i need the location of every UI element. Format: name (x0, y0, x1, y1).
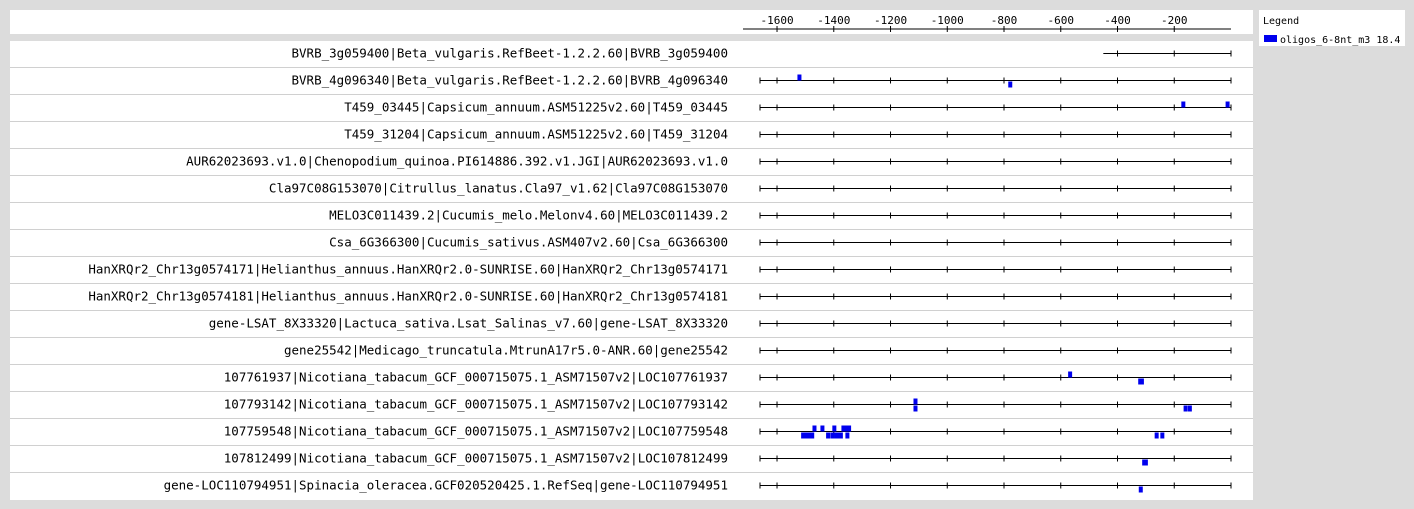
motif-mark (1154, 432, 1159, 439)
row-label: 107793142|Nicotiana_tabacum_GCF_00071507… (224, 397, 728, 412)
motif-mark (838, 432, 843, 439)
row-label: MELO3C011439.2|Cucumis_melo.Melonv4.60|M… (329, 208, 728, 223)
row-label: BVRB_3g059400|Beta_vulgaris.RefBeet-1.2.… (292, 46, 729, 61)
x-tick-label: -1000 (931, 14, 964, 27)
x-tick-label: -400 (1104, 14, 1131, 27)
motif-mark (1139, 378, 1144, 385)
x-tick-label: -800 (991, 14, 1018, 27)
motif-mark (1183, 405, 1188, 412)
row-label: 107812499|Nicotiana_tabacum_GCF_00071507… (224, 451, 728, 466)
row-label: T459_31204|Capsicum_annuum.ASM51225v2.60… (344, 127, 728, 142)
tracks-panel: BVRB_3g059400|Beta_vulgaris.RefBeet-1.2.… (10, 41, 1253, 500)
motif-mark (830, 432, 835, 439)
motif-mark (1225, 101, 1230, 108)
axis-panel: -1600 -1400 -1200 -1000 -800 -600 -400 -200 (10, 10, 1253, 34)
motif-mark (826, 432, 831, 439)
row-label: gene-LSAT_8X33320|Lactuca_sativa.Lsat_Sa… (209, 316, 728, 331)
motif-mark (1187, 405, 1192, 412)
chart: -1600 -1400 -1200 -1000 -800 -600 -400 -200 BVR… (0, 0, 1414, 509)
x-tick-label: -1400 (817, 14, 850, 27)
legend: Legend oligos_6-8nt_m3 18.4 (1259, 10, 1405, 46)
row-label: gene-LOC110794951|Spinacia_oleracea.GCF0… (164, 478, 728, 493)
legend-swatch (1264, 35, 1277, 42)
x-tick-label: -600 (1048, 14, 1075, 27)
row-label: 107759548|Nicotiana_tabacum_GCF_00071507… (224, 424, 728, 439)
motif-mark (810, 432, 815, 439)
row-label: T459_03445|Capsicum_annuum.ASM51225v2.60… (344, 100, 728, 115)
motif-mark (913, 398, 918, 405)
legend-svg: Legend oligos_6-8nt_m3 18.4 (1263, 16, 1400, 46)
motif-mark (1160, 432, 1165, 439)
motif-mark (1138, 486, 1143, 493)
motif-mark (797, 74, 802, 81)
row-label: BVRB_4g096340|Beta_vulgaris.RefBeet-1.2.… (292, 73, 729, 88)
legend-title: Legend (1263, 16, 1299, 27)
x-axis: -1600 -1400 -1200 -1000 -800 -600 -400 -200 (743, 14, 1231, 32)
motif-mark (847, 425, 852, 432)
motif-mark (1181, 101, 1186, 108)
row-label: 107761937|Nicotiana_tabacum_GCF_00071507… (224, 370, 728, 385)
row-label: HanXRQr2_Chr13g0574171|Helianthus_annuus… (88, 262, 728, 277)
x-tick-label: -200 (1161, 14, 1188, 27)
motif-mark (820, 425, 825, 432)
motif-mark (1008, 81, 1013, 88)
motif-mark (1068, 371, 1073, 378)
row-label: Csa_6G366300|Cucumis_sativus.ASM407v2.60… (329, 235, 728, 250)
legend-entry: oligos_6-8nt_m3 18.4 (1280, 35, 1400, 46)
x-tick-label: -1200 (874, 14, 907, 27)
motif-mark (812, 425, 817, 432)
motif-mark (801, 432, 806, 439)
motif-mark (845, 432, 850, 439)
motif-mark (843, 425, 848, 432)
x-tick-label: -1600 (760, 14, 793, 27)
row-label: AUR62023693.v1.0|Chenopodium_quinoa.PI61… (186, 154, 728, 169)
tracks: BVRB_3g059400|Beta_vulgaris.RefBeet-1.2.… (10, 46, 1253, 493)
row-label: gene25542|Medicago_truncatula.MtrunA17r5… (284, 343, 728, 358)
row-label: HanXRQr2_Chr13g0574181|Helianthus_annuus… (88, 289, 728, 304)
motif-mark (1143, 459, 1148, 466)
motif-mark (832, 425, 837, 432)
row-label: Cla97C08G153070|Citrullus_lanatus.Cla97_… (269, 181, 728, 196)
motif-mark (913, 405, 918, 412)
